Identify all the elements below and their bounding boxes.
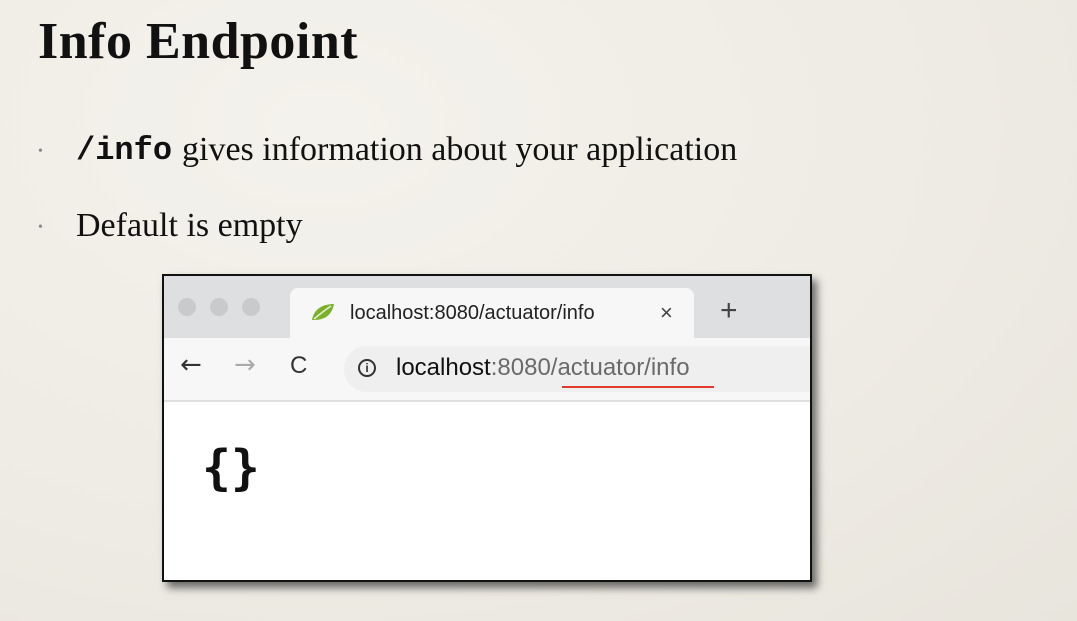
close-icon[interactable]: × [660,300,673,326]
red-underline [562,386,714,388]
spring-leaf-icon [312,304,334,320]
forward-button[interactable]: → [234,352,256,378]
minimize-window-button[interactable] [210,298,228,316]
url-path: :8080/actuator/info [490,354,690,381]
browser-toolbar: ← → C i localhost:8080/actuator/info [164,338,810,402]
bullet-item-default: • Default is empty [38,188,737,264]
page-content: {} [164,402,810,580]
url-text: localhost:8080/actuator/info [396,354,690,382]
slide-title: Info Endpoint [38,13,359,70]
bullet-item-info: • /info gives information about your app… [38,112,737,188]
browser-screenshot: localhost:8080/actuator/info × + ← → C i… [162,274,812,582]
bullet-icon: • [38,220,43,235]
close-window-button[interactable] [178,298,196,316]
tab-title: localhost:8080/actuator/info [350,302,595,324]
bullet-text: gives information about your application [182,131,738,168]
json-output: {} [202,440,260,496]
tab-bar: localhost:8080/actuator/info × + [164,276,810,340]
new-tab-button[interactable]: + [720,296,738,326]
back-button[interactable]: ← [180,352,202,378]
bullet-list: • /info gives information about your app… [38,112,737,264]
maximize-window-button[interactable] [242,298,260,316]
code-text: /info [76,131,173,169]
bullet-text: Default is empty [76,207,303,244]
bullet-icon: • [38,144,43,159]
browser-tab[interactable]: localhost:8080/actuator/info × [290,288,694,340]
info-icon[interactable]: i [358,359,376,377]
url-host: localhost [396,354,491,381]
address-bar[interactable]: i localhost:8080/actuator/info [344,346,810,392]
reload-button[interactable]: C [290,354,307,378]
